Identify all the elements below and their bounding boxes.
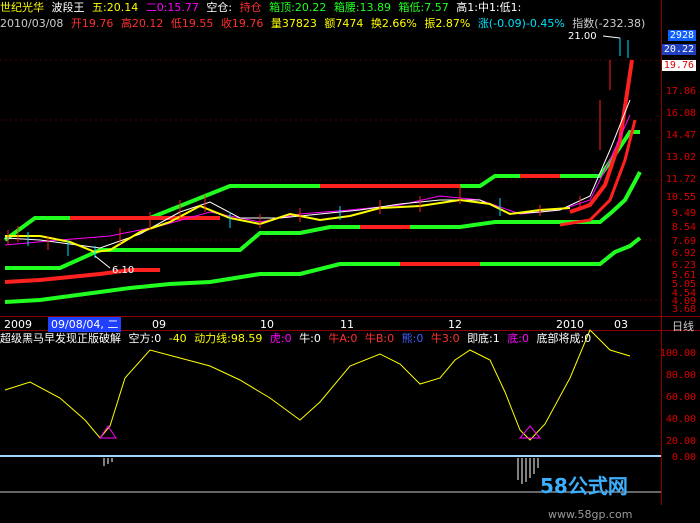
lower-panel-header: 超级黑马早发现正版破解 空方:0 -40 动力线:98.59 虎:0 牛:0 牛… (0, 331, 595, 346)
low-annotation: 6.10 (112, 265, 134, 276)
period-selector[interactable]: 日线 (672, 318, 694, 334)
time-tick: 2009 (4, 318, 32, 331)
current-price: 19.76 (661, 60, 696, 71)
ma-yellow (5, 198, 571, 254)
trend-red-3 (4, 268, 160, 284)
price-tick: 6.92 (671, 248, 696, 259)
price-tick: 7.69 (671, 236, 696, 247)
niu: 牛:0 (299, 332, 321, 345)
hu: 虎:0 (269, 332, 292, 345)
watermark-url: www.58gp.com (548, 508, 633, 521)
watermark: 58公式网 www.58gp.com (540, 470, 700, 523)
time-tick: 10 (260, 318, 274, 331)
dongli: 动力线:98.59 (194, 332, 263, 345)
osc-tick: 100.00 (659, 348, 696, 359)
candles (7, 38, 629, 258)
time-cursor[interactable]: 09/08/04, 二 (48, 317, 122, 332)
jidi: 即底:1 (467, 332, 500, 345)
time-tick: 11 (340, 318, 354, 331)
osc-tick: 60.00 (665, 392, 696, 403)
time-tick: 09 (152, 318, 166, 331)
trend-red-2 (559, 119, 637, 227)
price-tick: 11.72 (665, 174, 696, 185)
trend-red (569, 59, 634, 214)
niu-b: 牛B:0 (364, 332, 395, 345)
price-tick: 9.49 (671, 208, 696, 219)
kong: 空方:0 (128, 332, 162, 345)
niu3: 牛3:0 (430, 332, 460, 345)
di: 底:0 (507, 332, 529, 345)
watermark-text: 58公式网 (540, 474, 628, 498)
lower-title[interactable]: 超级黑马早发现正版破解 (0, 332, 121, 345)
price-tick: 13.02 (665, 152, 696, 163)
osc-tick: 80.00 (665, 370, 696, 381)
peak-annotation: 21.00 (568, 31, 597, 42)
osc-tick: 20.00 (665, 436, 696, 447)
price-tick: 20.22 (661, 44, 696, 55)
price-tick: 10.55 (665, 192, 696, 203)
price-tick: 8.54 (671, 222, 696, 233)
osc-tick: 0.00 (671, 452, 696, 463)
time-tick: 2010 (556, 318, 584, 331)
xiong: 熊:0 (401, 332, 424, 345)
badge-top: 2928 (667, 30, 696, 41)
osc-tick: 40.00 (665, 414, 696, 425)
time-tick: 03 (614, 318, 628, 331)
price-tick: 16.08 (665, 108, 696, 119)
time-tick: 12 (448, 318, 462, 331)
power-line (4, 329, 631, 441)
dibu: 底部将成:0 (536, 332, 592, 345)
price-tick: 17.86 (665, 86, 696, 97)
kong2: -40 (168, 332, 187, 345)
price-chart[interactable]: 6.10 21.00 (0, 0, 700, 505)
price-tick: 14.47 (665, 130, 696, 141)
niu-a: 牛A:0 (328, 332, 358, 345)
price-tick: 3.68 (671, 304, 696, 315)
